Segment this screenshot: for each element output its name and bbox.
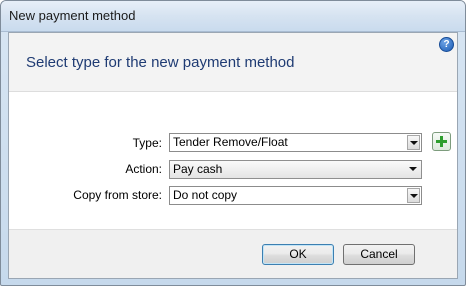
copy-from-store-dropdown[interactable]: Do not copy: [169, 186, 422, 205]
form-panel: Type: Tender Remove/Float Action: Pay ca…: [9, 92, 457, 228]
chevron-down-icon[interactable]: [407, 135, 420, 150]
help-icon[interactable]: ?: [439, 37, 454, 52]
type-dropdown[interactable]: Tender Remove/Float: [169, 133, 422, 152]
add-type-button[interactable]: [432, 132, 451, 151]
action-dropdown[interactable]: Pay cash: [169, 160, 422, 179]
plus-icon: [436, 136, 447, 147]
copy-from-store-value: Do not copy: [173, 188, 238, 202]
cancel-button[interactable]: Cancel: [343, 244, 415, 265]
window-title: New payment method: [9, 8, 136, 23]
title-bar[interactable]: New payment method: [1, 1, 465, 32]
copy-from-store-label: Copy from store:: [73, 188, 162, 202]
dialog-body: Select type for the new payment method ?…: [8, 32, 458, 279]
type-dropdown-value: Tender Remove/Float: [173, 135, 288, 149]
action-dropdown-value: Pay cash: [173, 162, 223, 176]
chevron-down-icon[interactable]: [407, 188, 420, 203]
chevron-down-icon[interactable]: [407, 162, 420, 177]
header-panel: Select type for the new payment method ?: [9, 33, 457, 92]
type-label: Type:: [132, 136, 162, 150]
page-heading: Select type for the new payment method: [26, 54, 295, 71]
action-label: Action:: [125, 162, 162, 176]
dialog-window: New payment method Select type for the n…: [0, 0, 466, 286]
ok-button[interactable]: OK: [262, 244, 334, 265]
button-bar: OK Cancel: [9, 229, 457, 278]
